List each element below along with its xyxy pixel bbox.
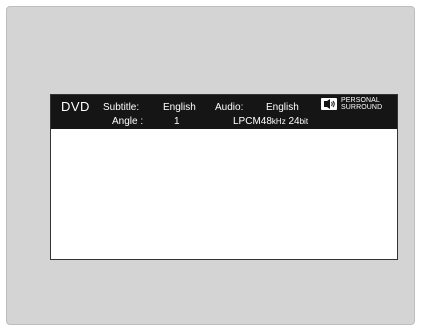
logo-line-1: PERSONAL [341, 97, 380, 104]
sample-rate-unit: kHz [271, 117, 286, 126]
angle-label: Angle : [112, 116, 144, 127]
audio-value: English [266, 102, 299, 113]
osd-info-bar: DVD Subtitle: English Audio: English PER… [51, 95, 397, 129]
display-frame: DVD Subtitle: English Audio: English PER… [6, 6, 415, 325]
bit-depth-unit: bit [299, 117, 309, 126]
video-screen: DVD Subtitle: English Audio: English PER… [50, 94, 398, 260]
personal-surround-icon [321, 98, 337, 110]
logo-line-2: SURROUND [341, 104, 383, 111]
subtitle-value: English [163, 102, 196, 113]
audio-codec: LPCM [233, 116, 261, 127]
subtitle-label: Subtitle: [103, 102, 140, 113]
audio-label: Audio: [215, 102, 244, 113]
disc-type-label: DVD [61, 99, 90, 114]
angle-value: 1 [174, 116, 180, 127]
sample-rate-number: 48 [260, 116, 272, 127]
personal-surround-logo-text: PERSONAL SURROUND [341, 97, 382, 111]
bit-depth-number: 24 [288, 116, 300, 127]
audio-format: LPCM48kHz 24bit [233, 116, 308, 128]
